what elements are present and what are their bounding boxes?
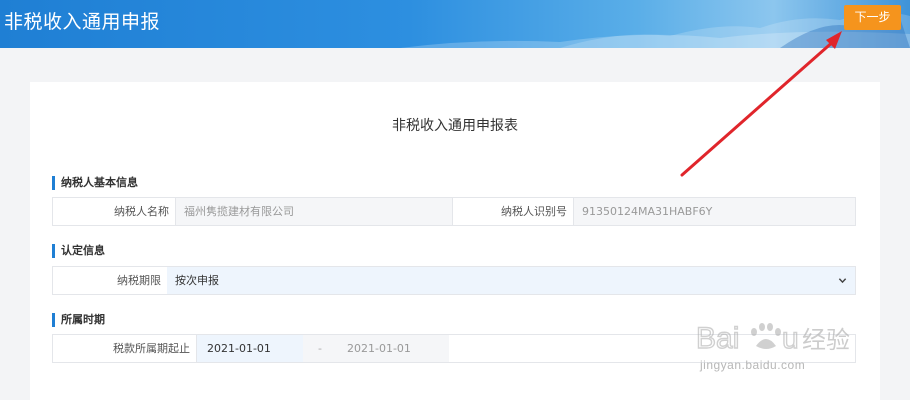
svg-text:Bai: Bai [696,322,739,355]
form-title: 非税收入通用申报表 [392,118,518,134]
section-recognition-info: 认定信息 [52,244,105,258]
svg-text:u: u [782,322,799,355]
watermark-url: jingyan.baidu.com [700,358,806,372]
chevron-down-icon [838,278,847,284]
page-title: 非税收入通用申报 [4,11,161,33]
svg-text:经验: 经验 [802,326,850,354]
baidu-watermark-logo: Bai u 经验 [696,321,850,355]
section-period: 所属时期 [52,313,105,327]
tax-period-row: 纳税期限 按次申报 [52,266,856,295]
taxpayer-id-field[interactable]: 91350124MA31HABF6Y [574,198,855,225]
page-header: 非税收入通用申报 下一步 [0,0,910,48]
tax-period-select[interactable]: 按次申报 [167,267,855,294]
next-step-button[interactable]: 下一步 [844,5,901,30]
tax-period-label: 纳税期限 [53,267,167,294]
period-start-date-input[interactable]: 2021-01-01 [197,335,303,362]
taxpayer-name-label: 纳税人名称 [53,198,175,225]
taxpayer-id-label: 纳税人识别号 [453,198,573,225]
section-taxpayer-info: 纳税人基本信息 [52,176,138,190]
tax-period-selected-value: 按次申报 [175,274,219,287]
period-start-label: 税款所属期起止 [53,335,196,362]
taxpayer-name-field[interactable]: 福州隽揽建材有限公司 [176,198,452,225]
period-end-date-input[interactable]: 2021-01-01 [337,335,449,362]
taxpayer-info-row: 纳税人名称 福州隽揽建材有限公司 纳税人识别号 91350124MA31HABF… [52,197,856,226]
period-separator: - [303,335,337,362]
